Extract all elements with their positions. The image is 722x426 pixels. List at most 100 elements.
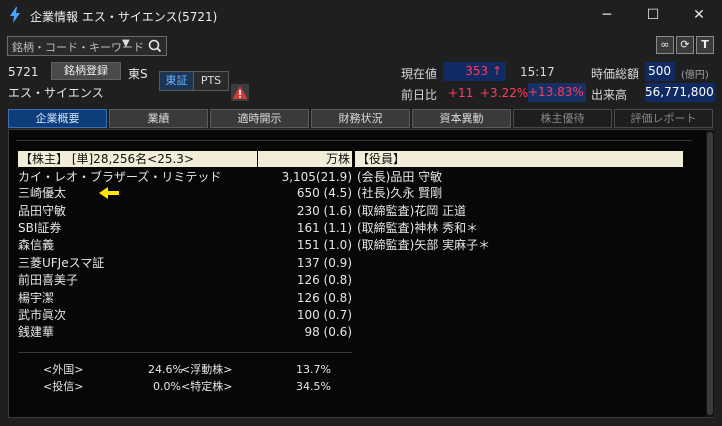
link-button[interactable]: ∞: [656, 36, 674, 54]
shareholder-row: 武市眞次 100 (0.7): [18, 307, 352, 323]
text-button[interactable]: T: [696, 36, 714, 54]
shareholder-value: 137 (0.9): [296, 256, 352, 270]
minimize-button[interactable]: ─: [584, 0, 630, 30]
tab-disclosure[interactable]: 適時開示: [210, 109, 309, 128]
maximize-icon: ☐: [646, 7, 660, 23]
shareholder-name: 品田守敏: [18, 204, 67, 218]
shareholder-name: 前田喜美子: [18, 273, 79, 287]
quote-time: 15:17: [520, 65, 555, 79]
shareholder-row: 銭建華 98 (0.6): [18, 324, 352, 340]
mcap-unit: (億円): [681, 70, 709, 81]
shareholder-name: 三崎優太: [18, 186, 67, 200]
title-bar: 企業情報 エス・サイエンス(5721) ─ ☐ ✕: [0, 0, 722, 30]
summary-float-label: <浮動株>: [181, 363, 233, 376]
volume-label: 出来高: [591, 88, 628, 102]
price-label: 現在値: [401, 67, 438, 81]
summary-trust-label: <投信>: [43, 380, 84, 393]
maximize-button[interactable]: ☐: [630, 0, 676, 30]
shareholder-row: 森信義 151 (1.0): [18, 237, 352, 253]
summary-foreign-value: 24.6%: [148, 363, 183, 376]
lightning-bolt-icon: [10, 7, 20, 23]
change-pct2: +13.83%: [528, 83, 586, 102]
shareholder-name: 森信義: [18, 238, 55, 252]
market-label: 東S: [128, 67, 148, 81]
shareholder-value: 126 (0.8): [296, 273, 352, 287]
divider: [18, 352, 352, 353]
tab-shareholder-benefits[interactable]: 株主優待: [513, 109, 612, 128]
close-icon: ✕: [693, 7, 705, 23]
scrollbar-thumb[interactable]: [707, 132, 713, 415]
tab-capital-changes[interactable]: 資本異動: [412, 109, 511, 128]
change-label: 前日比: [401, 88, 438, 102]
register-stock-button[interactable]: 銘柄登録: [51, 62, 121, 80]
summary-trust-value: 0.0%: [153, 380, 181, 393]
summary-float-value: 13.7%: [296, 363, 331, 376]
exchange-tse-button[interactable]: 東証: [160, 72, 194, 90]
shareholder-name: 銭建華: [18, 325, 55, 339]
officer-row: (社長)久永 賢剛: [357, 186, 443, 200]
tab-performance[interactable]: 業績: [109, 109, 208, 128]
shareholder-value: 151 (1.0): [296, 238, 352, 252]
stock-code: 5721: [8, 65, 39, 79]
vertical-scrollbar[interactable]: [706, 130, 714, 417]
tab-financials[interactable]: 財務状況: [311, 109, 410, 128]
shareholder-row: 楊宇潔 126 (0.8): [18, 290, 352, 306]
close-button[interactable]: ✕: [676, 0, 722, 30]
shareholder-row: 三菱UFJeスマ証 137 (0.9): [18, 255, 352, 271]
officer-row: (取締監査)神林 秀和＊: [357, 221, 479, 235]
window-title: 企業情報 エス・サイエンス(5721): [30, 10, 218, 24]
change-pct: +3.22%: [480, 86, 529, 100]
search-icon[interactable]: [146, 38, 164, 54]
summary-specific-value: 34.5%: [296, 380, 331, 393]
shareholder-name: カイ・レオ・ブラザーズ・リミテッド: [18, 170, 222, 184]
summary-specific-label: <特定株>: [181, 380, 233, 393]
text-t-icon: T: [701, 38, 709, 51]
shareholder-row: SBI証券 161 (1.1): [18, 220, 352, 236]
link-icon: ∞: [660, 38, 670, 51]
yellow-arrow-icon: [99, 187, 119, 199]
dropdown-arrow-icon[interactable]: ▼: [122, 38, 130, 49]
minimize-icon: ─: [602, 7, 612, 23]
shareholder-name: 楊宇潔: [18, 291, 55, 305]
shareholder-name: 武市眞次: [18, 308, 67, 322]
shareholder-value: 650 (4.5): [296, 186, 352, 200]
tab-rating-report[interactable]: 評価レポート: [614, 109, 713, 128]
volume-value: 56,771,800: [645, 83, 715, 102]
officers-header: 【役員】: [355, 151, 683, 167]
refresh-icon: ⟳: [680, 38, 690, 51]
change-value: +11: [448, 86, 474, 100]
shareholder-row: カイ・レオ・ブラザーズ・リミテッド 3,105(21.9): [18, 169, 352, 185]
search-input[interactable]: 銘柄・コード・キーワード ▼: [7, 36, 167, 56]
shareholder-value: 230 (1.6): [296, 204, 352, 218]
mcap-label: 時価総額: [591, 67, 640, 81]
overview-panel: 【株主】 [単]28,256名<25.3> 万株 【役員】 カイ・レオ・ブラザー…: [8, 129, 714, 418]
shareholder-row: 三崎優太 650 (4.5): [18, 185, 352, 201]
divider: [16, 140, 692, 141]
shareholders-header: 【株主】 [単]28,256名<25.3>: [18, 151, 257, 167]
shareholder-value: 126 (0.8): [296, 291, 352, 305]
up-arrow-icon: ↑: [491, 64, 502, 78]
tab-company-overview[interactable]: 企業概要: [8, 109, 107, 128]
shareholders-unit-header: 万株: [258, 151, 352, 167]
officer-row: (会長)品田 守敏: [357, 170, 443, 184]
tab-bar: 企業概要 業績 適時開示 財務状況 資本異動 株主優待 評価レポート: [8, 109, 714, 129]
shareholder-value: 98 (0.6): [304, 325, 352, 339]
shareholder-row: 品田守敏 230 (1.6): [18, 203, 352, 219]
refresh-button[interactable]: ⟳: [676, 36, 694, 54]
officer-row: (取締監査)花岡 正道: [357, 204, 467, 218]
shareholder-value: 3,105(21.9): [281, 170, 352, 184]
shareholder-name: SBI証券: [18, 221, 62, 235]
shareholder-value: 161 (1.1): [296, 221, 352, 235]
shareholder-row: 前田喜美子 126 (0.8): [18, 272, 352, 288]
exchange-pts-button[interactable]: PTS: [194, 72, 228, 90]
price-value: 353: [465, 64, 489, 78]
shareholder-value: 100 (0.7): [296, 308, 352, 322]
shareholder-name: 三菱UFJeスマ証: [18, 256, 105, 270]
warning-icon[interactable]: [231, 84, 249, 101]
current-price: 353 ↑: [443, 62, 506, 81]
company-name: エス・サイエンス: [8, 86, 104, 100]
officer-row: (取締監査)矢部 実麻子＊: [357, 238, 491, 252]
exchange-toggle: 東証 PTS: [159, 71, 229, 91]
mcap-value: 500: [645, 62, 675, 81]
summary-foreign-label: <外国>: [43, 363, 84, 376]
